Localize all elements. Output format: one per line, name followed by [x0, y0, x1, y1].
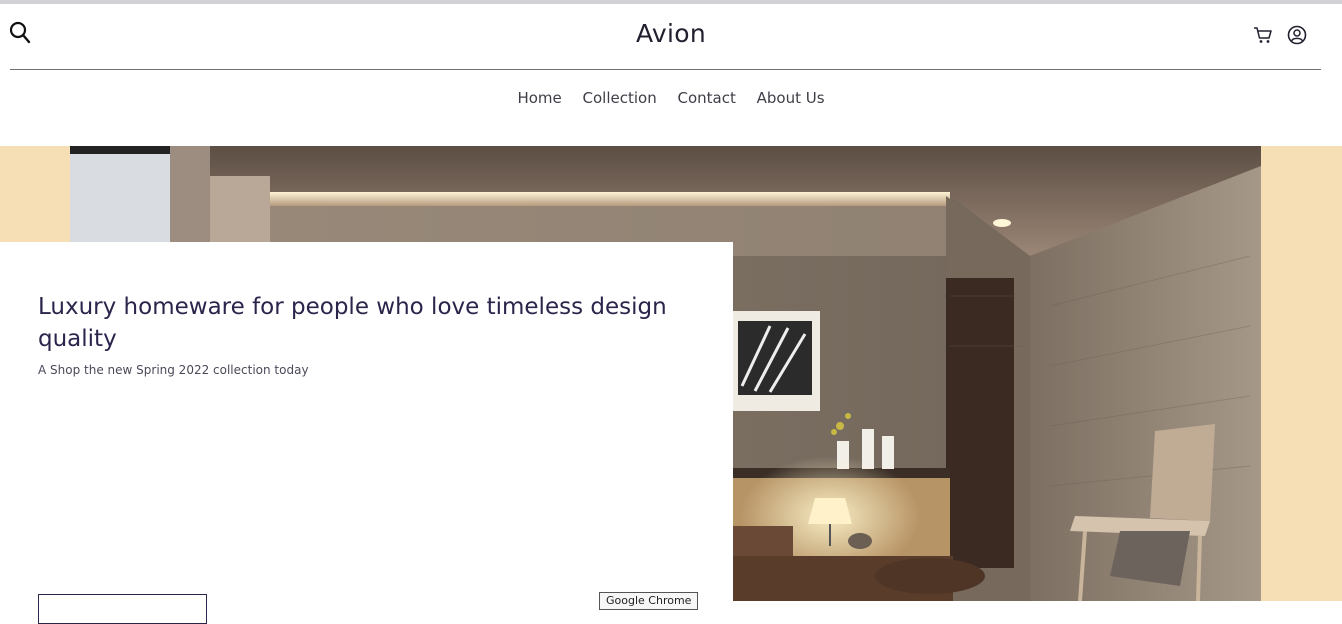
main-nav: Home Collection Contact About Us: [0, 89, 1342, 107]
nav-collection[interactable]: Collection: [583, 89, 657, 107]
header-actions: [1252, 24, 1308, 46]
nav-home[interactable]: Home: [517, 89, 561, 107]
cart-icon[interactable]: [1252, 24, 1274, 46]
hero-subtext: A Shop the new Spring 2022 collection to…: [38, 363, 309, 377]
view-collection-button[interactable]: [38, 594, 207, 624]
nav-about-us[interactable]: About Us: [757, 89, 825, 107]
hero-card: Luxury homeware for people who love time…: [0, 242, 733, 624]
tooltip: Google Chrome: [599, 592, 699, 610]
user-circle-icon[interactable]: [1286, 24, 1308, 46]
site-logo[interactable]: Avion: [0, 19, 1342, 48]
hero-headline: Luxury homeware for people who love time…: [38, 294, 667, 353]
header-divider: [10, 69, 1321, 70]
nav-contact[interactable]: Contact: [678, 89, 736, 107]
site-header: Avion: [0, 4, 1342, 70]
